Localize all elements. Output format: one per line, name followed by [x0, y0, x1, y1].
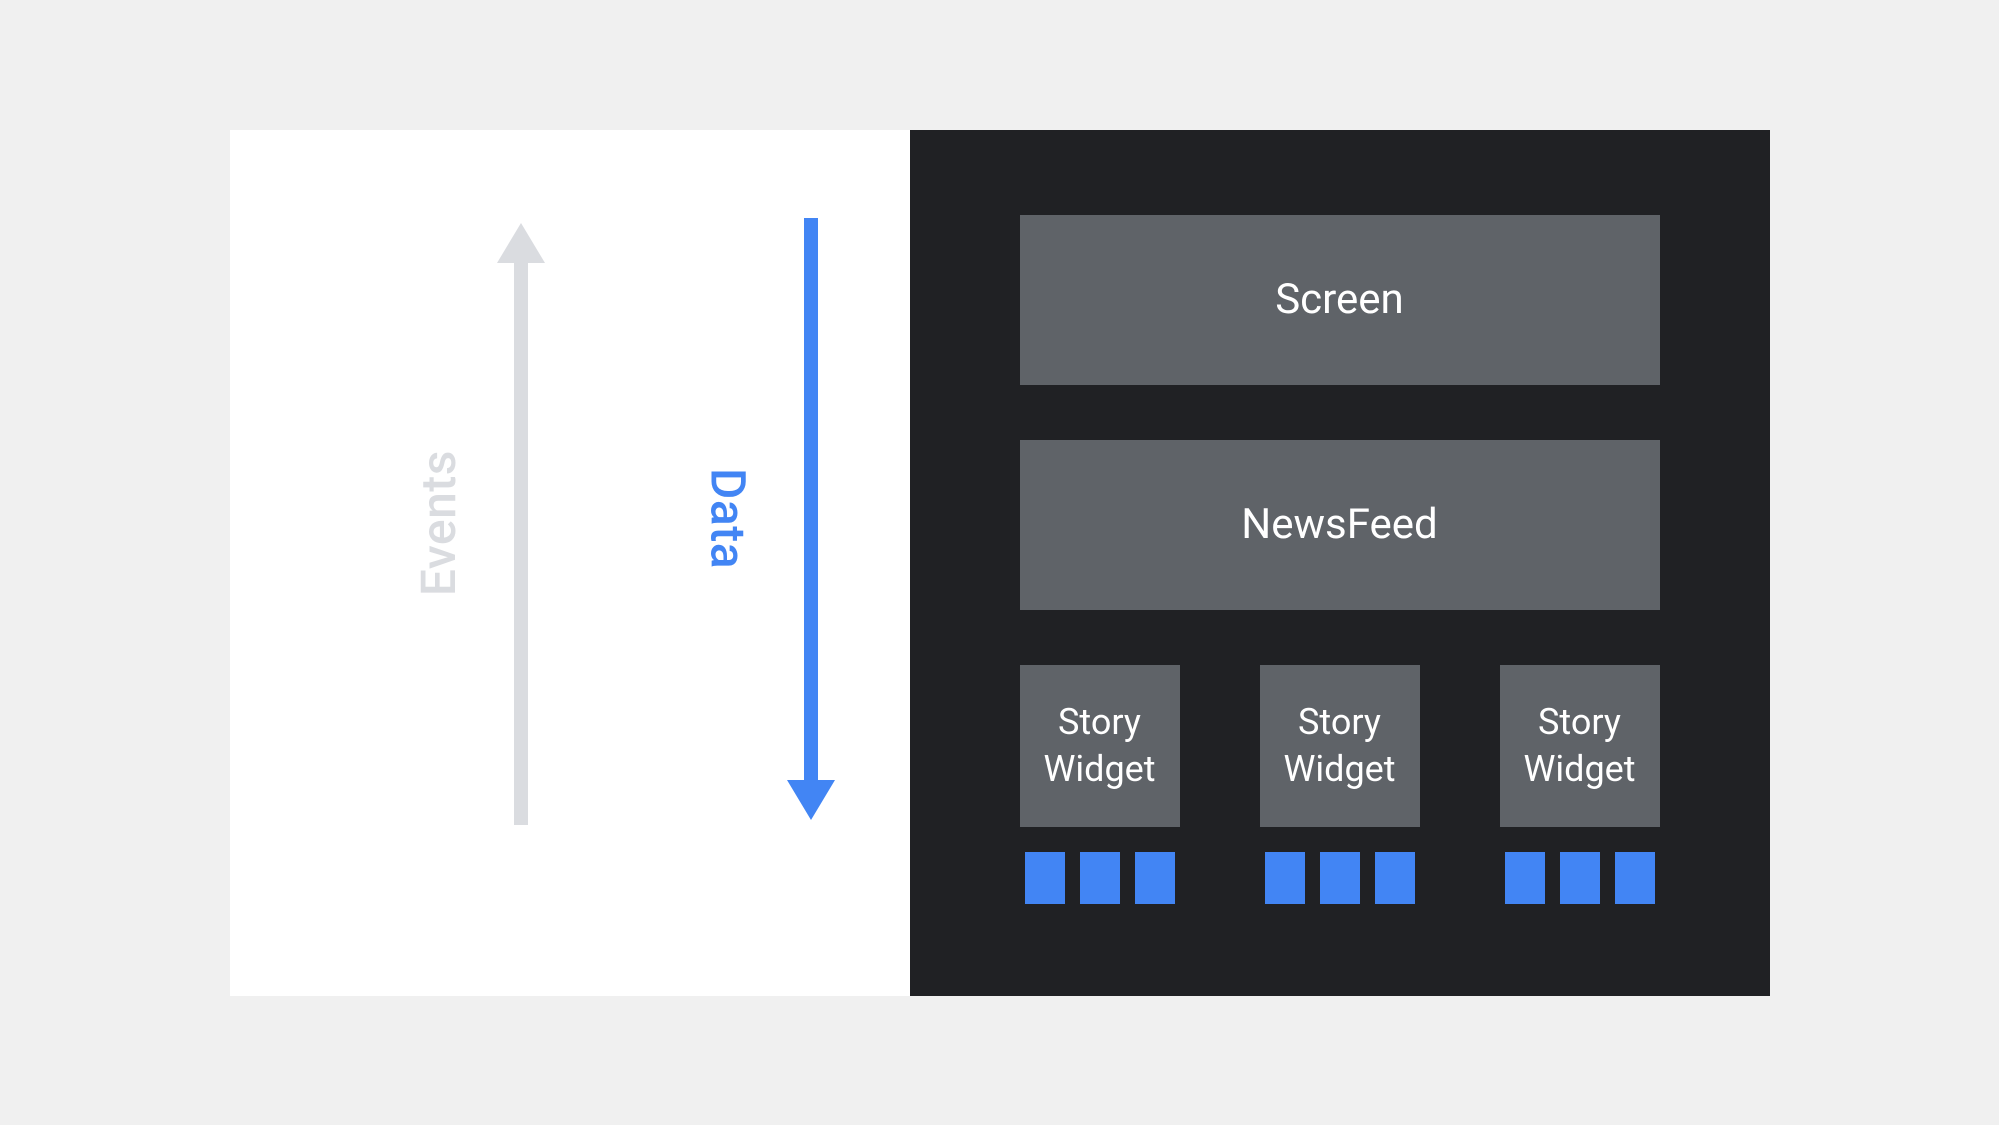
small-blocks-row [1505, 852, 1655, 904]
story-widget-line1: Story [1538, 699, 1621, 746]
newsfeed-label: NewsFeed [1241, 500, 1438, 549]
widget-group: Story Widget [1260, 665, 1420, 904]
small-block [1320, 852, 1360, 904]
small-block [1615, 852, 1655, 904]
widget-group: Story Widget [1020, 665, 1180, 904]
story-widget-line2: Widget [1523, 746, 1635, 793]
small-block [1375, 852, 1415, 904]
arrow-up-icon [497, 223, 545, 825]
story-widget-line1: Story [1058, 699, 1141, 746]
screen-label: Screen [1275, 275, 1404, 324]
story-widget-box: Story Widget [1500, 665, 1660, 827]
widget-group: Story Widget [1500, 665, 1660, 904]
small-block [1080, 852, 1120, 904]
screen-box: Screen [1020, 215, 1660, 385]
small-block [1265, 852, 1305, 904]
small-block [1560, 852, 1600, 904]
small-block [1025, 852, 1065, 904]
newsfeed-box: NewsFeed [1020, 440, 1660, 610]
story-widget-box: Story Widget [1020, 665, 1180, 827]
widgets-container: Story Widget Story Widget [1020, 665, 1660, 904]
story-widget-box: Story Widget [1260, 665, 1420, 827]
right-panel: Screen NewsFeed Story Widget [910, 130, 1770, 996]
story-widget-line1: Story [1298, 699, 1381, 746]
diagram-container: Events Data Screen NewsFeed [230, 130, 1770, 996]
left-panel: Events Data [230, 130, 910, 996]
small-block [1505, 852, 1545, 904]
story-widget-line2: Widget [1283, 746, 1395, 793]
arrow-down-icon [787, 218, 835, 820]
small-block [1135, 852, 1175, 904]
small-blocks-row [1025, 852, 1175, 904]
events-arrow-group: Events [410, 223, 545, 825]
data-label: Data [700, 468, 757, 569]
data-arrow-group: Data [700, 219, 835, 819]
small-blocks-row [1265, 852, 1415, 904]
events-label: Events [410, 450, 467, 596]
story-widget-line2: Widget [1043, 746, 1155, 793]
